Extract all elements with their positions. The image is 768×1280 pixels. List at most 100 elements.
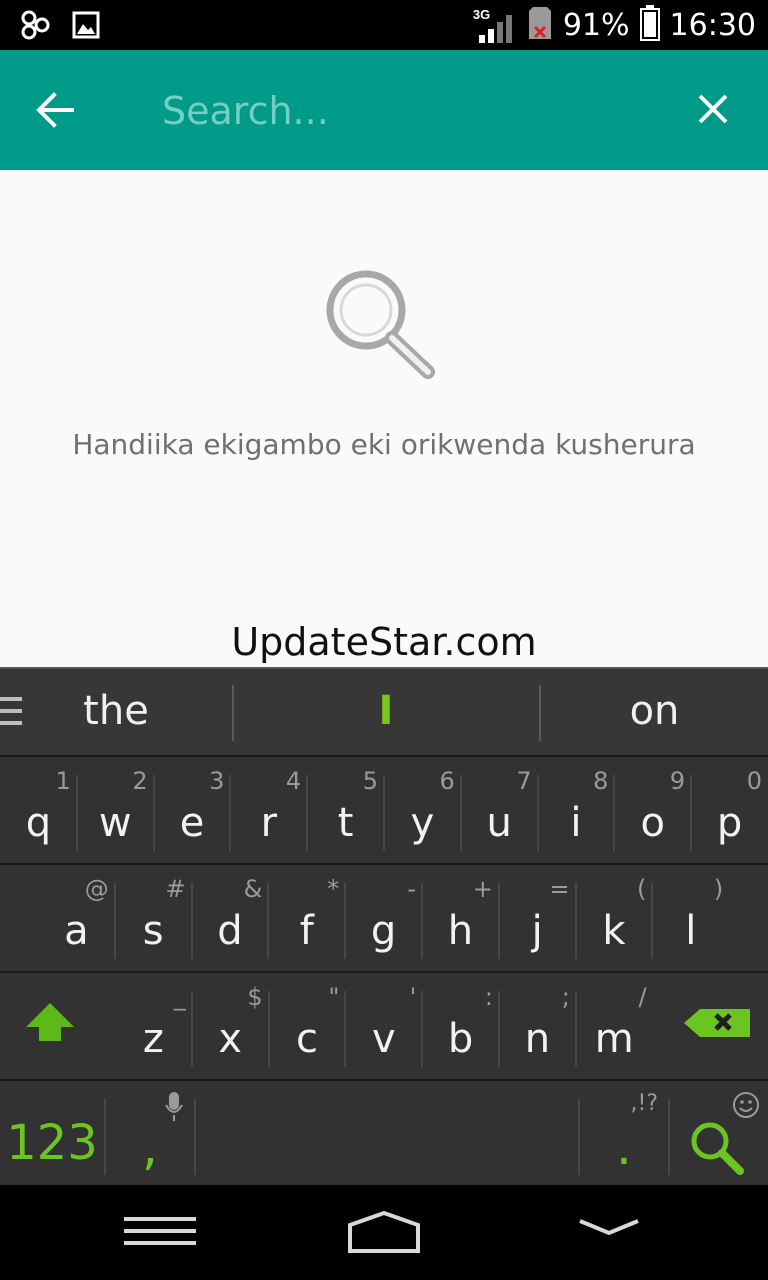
key-secondary-label: =: [549, 875, 570, 903]
key-divider: [383, 775, 385, 851]
hide-keyboard-button[interactable]: [574, 1205, 644, 1260]
search-icon: [691, 1122, 744, 1175]
shift-key[interactable]: [0, 973, 104, 1079]
key-secondary-label: 5: [362, 767, 378, 795]
signal-icon: 3G: [473, 5, 517, 45]
key-t[interactable]: 5t: [307, 757, 384, 863]
key-q[interactable]: 1q: [0, 757, 77, 863]
key-secondary-label: (: [637, 875, 647, 903]
period-key-secondary: ,!?: [630, 1091, 659, 1116]
suggestion-3[interactable]: on: [541, 683, 768, 739]
key-i[interactable]: 8i: [538, 757, 615, 863]
key-f[interactable]: * f: [268, 865, 345, 971]
suggestion-strip: the I on: [0, 667, 768, 757]
key-label: y: [410, 800, 435, 846]
key-o[interactable]: 9o: [614, 757, 691, 863]
key-n[interactable]: ; n: [499, 973, 576, 1079]
key-w[interactable]: 2w: [77, 757, 154, 863]
key-divider: [267, 991, 270, 1067]
key-divider: [75, 775, 78, 851]
app-notification-icon: [20, 8, 50, 47]
key-k[interactable]: (k: [576, 865, 653, 971]
key-label: c: [295, 1016, 318, 1062]
key-c[interactable]: " c: [269, 973, 346, 1079]
key-label: u: [486, 800, 512, 846]
key-label: w: [98, 800, 132, 846]
key-row-1: 1q2w3e4r5t6y7u8i9o0p: [0, 755, 768, 863]
suggestion-1[interactable]: the: [30, 683, 202, 739]
key-divider: [613, 775, 616, 851]
key-secondary-label: 1: [55, 767, 71, 795]
key-row-4: 123 , ,!? .: [0, 1079, 768, 1187]
back-button[interactable]: [22, 80, 88, 140]
chevron-down-icon: [579, 1219, 639, 1236]
search-action-key[interactable]: [670, 1081, 768, 1187]
close-icon: [698, 94, 728, 124]
key-secondary-label: 2: [132, 767, 148, 795]
key-divider: [190, 883, 193, 959]
key-secondary-label: @: [84, 875, 109, 903]
key-u[interactable]: 7u: [461, 757, 538, 863]
comma-key-label: ,: [142, 1118, 158, 1176]
key-d[interactable]: & d: [192, 865, 269, 971]
key-label: d: [217, 908, 243, 954]
key-b[interactable]: :b: [422, 973, 499, 1079]
symbols-key[interactable]: 123: [0, 1081, 104, 1187]
key-divider: [497, 883, 500, 959]
key-j[interactable]: = j: [499, 865, 576, 971]
search-results-area: Handiika ekigambo eki orikwenda kusherur…: [0, 170, 768, 667]
key-divider: [267, 883, 270, 959]
key-secondary-label: +: [472, 875, 493, 903]
key-divider: [651, 883, 654, 959]
space-key[interactable]: [196, 1081, 578, 1187]
key-y[interactable]: 6y: [384, 757, 461, 863]
key-secondary-label: 6: [439, 767, 455, 795]
empty-state-hint: Handiika ekigambo eki orikwenda kusherur…: [72, 428, 696, 461]
key-label: n: [524, 1016, 551, 1062]
key-label: t: [337, 800, 354, 846]
period-key[interactable]: ,!? .: [580, 1081, 668, 1187]
key-label: r: [260, 800, 278, 846]
key-label: p: [716, 800, 743, 846]
clear-search-button[interactable]: [680, 76, 746, 142]
key-label: e: [179, 800, 205, 846]
key-a[interactable]: @ a: [38, 865, 115, 971]
comma-key[interactable]: ,: [106, 1081, 194, 1187]
key-secondary-label: 0: [746, 767, 762, 795]
key-divider: [690, 775, 693, 851]
screen: 3G 91% 16:30 Search... Handiika ekigambo…: [0, 0, 768, 1280]
recent-apps-button[interactable]: [120, 1205, 200, 1260]
key-divider: [574, 883, 577, 959]
key-label: x: [218, 1016, 243, 1062]
key-s[interactable]: # s: [115, 865, 192, 971]
period-key-label: .: [616, 1118, 632, 1176]
suggestion-2[interactable]: I: [234, 683, 538, 739]
key-label: a: [64, 908, 89, 954]
key-label: o: [640, 800, 666, 846]
home-icon: [348, 1210, 420, 1253]
microphone-icon: [164, 1091, 184, 1128]
key-p[interactable]: 0p: [691, 757, 768, 863]
key-v[interactable]: ' v: [345, 973, 422, 1079]
key-secondary-label: :: [484, 983, 493, 1011]
home-button[interactable]: [344, 1205, 424, 1260]
key-divider: [459, 775, 462, 851]
key-secondary-label: &: [243, 875, 263, 903]
key-secondary-label: 9: [669, 767, 686, 795]
key-divider: [574, 991, 577, 1067]
key-e[interactable]: 3e: [154, 757, 231, 863]
shift-arrow-icon: [26, 1003, 74, 1041]
backspace-key[interactable]: [664, 973, 768, 1079]
key-l[interactable]: ) l: [652, 865, 729, 971]
key-m[interactable]: / m: [576, 973, 653, 1079]
search-input[interactable]: [160, 80, 644, 142]
suggestion-menu-button[interactable]: [0, 695, 24, 727]
key-r[interactable]: 4r: [230, 757, 307, 863]
key-divider: [498, 991, 500, 1067]
key-secondary-label: ): [713, 875, 724, 903]
key-z[interactable]: _ z: [115, 973, 192, 1079]
key-g[interactable]: -g: [345, 865, 422, 971]
key-x[interactable]: $ x: [192, 973, 269, 1079]
key-label: v: [371, 1016, 396, 1062]
key-h[interactable]: + h: [422, 865, 499, 971]
